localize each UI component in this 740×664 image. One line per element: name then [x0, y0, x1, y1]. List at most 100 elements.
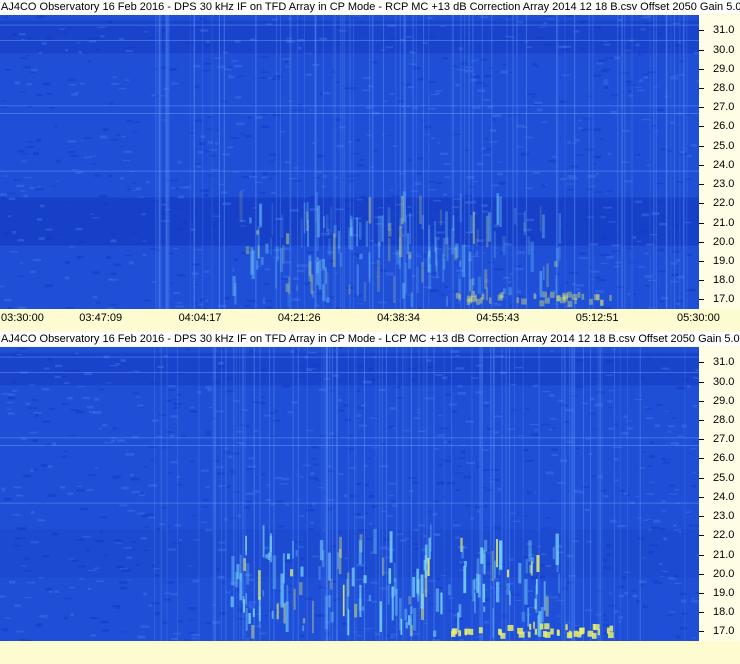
noise-speck [64, 382, 70, 384]
noise-speck [477, 89, 486, 93]
noise-speck [520, 152, 529, 156]
noise-speck [492, 114, 502, 118]
noise-speck [191, 272, 199, 275]
interference-line [564, 15, 566, 309]
noise-speck [143, 299, 151, 302]
burst-streak [555, 274, 557, 295]
noise-speck [175, 305, 184, 308]
noise-speck [142, 253, 147, 257]
y-tick [699, 400, 704, 402]
y-tick [699, 381, 704, 383]
noise-speck [587, 174, 596, 178]
burst-streak [508, 287, 512, 296]
noise-speck [17, 239, 25, 242]
burst-streak [338, 548, 342, 575]
noise-speck [295, 376, 305, 378]
noise-speck [6, 192, 16, 195]
burst-streak [464, 561, 468, 567]
noise-speck [143, 592, 147, 596]
noise-speck [370, 551, 374, 554]
noise-speck [366, 538, 373, 541]
noise-speck [430, 94, 439, 96]
noise-speck [36, 186, 41, 188]
noise-speck [72, 559, 79, 562]
noise-speck [435, 92, 440, 95]
noise-speck [497, 18, 504, 21]
noise-speck [247, 48, 252, 50]
burst-streak [323, 216, 325, 229]
noise-speck [602, 624, 610, 627]
noise-speck [615, 479, 619, 482]
noise-speck [106, 382, 112, 384]
burst-edge [594, 294, 599, 301]
interference-line [627, 347, 629, 641]
noise-speck [151, 419, 159, 422]
noise-speck [557, 551, 565, 554]
noise-speck [603, 79, 608, 83]
noise-speck [260, 125, 270, 129]
noise-speck [344, 494, 348, 498]
burst-streak [326, 272, 329, 298]
noise-speck [607, 152, 612, 156]
noise-speck [77, 386, 86, 388]
burst-streak [363, 281, 367, 302]
noise-speck [180, 435, 187, 438]
noise-speck [404, 383, 409, 386]
noise-speck [34, 413, 39, 417]
y-tick [699, 592, 704, 594]
noise-speck [475, 364, 483, 367]
burst-streak [231, 555, 235, 586]
noise-speck [68, 558, 74, 560]
noise-speck [241, 251, 247, 255]
y-tick [699, 241, 704, 243]
noise-speck [32, 258, 42, 262]
noise-speck [651, 212, 660, 215]
burst-streak [245, 593, 248, 605]
noise-speck [636, 599, 641, 603]
noise-speck [660, 147, 667, 150]
noise-speck [646, 417, 654, 420]
noise-speck [290, 350, 295, 353]
burst-edge [577, 291, 581, 298]
noise-speck [236, 430, 242, 433]
noise-speck [531, 63, 538, 66]
noise-speck [145, 513, 154, 517]
noise-speck [624, 180, 633, 183]
noise-speck [545, 471, 554, 475]
noise-speck [54, 590, 60, 593]
noise-speck [676, 386, 686, 390]
noise-speck [247, 465, 257, 468]
noise-speck [338, 473, 344, 475]
noise-speck [611, 204, 617, 207]
noise-speck [455, 367, 464, 370]
noise-speck [359, 195, 367, 198]
burst-streak [292, 540, 295, 559]
noise-speck [281, 58, 291, 61]
interference-line [297, 347, 299, 641]
noise-speck [672, 22, 680, 25]
noise-speck [517, 40, 527, 43]
noise-speck [88, 474, 96, 476]
interference-line [665, 15, 667, 309]
noise-speck [48, 408, 56, 410]
burst-streak [409, 212, 412, 245]
y-tick-label: 30.0 [713, 375, 735, 388]
burst-streak [525, 558, 528, 574]
noise-speck [192, 263, 200, 265]
noise-speck [171, 638, 178, 641]
noise-speck [192, 637, 197, 640]
noise-speck [138, 406, 143, 409]
burst-streak [491, 551, 494, 582]
noise-speck [173, 248, 179, 250]
burst-streak [482, 583, 486, 603]
noise-speck [436, 182, 443, 185]
burst-streak [322, 284, 326, 302]
noise-speck [442, 57, 448, 60]
noise-speck [46, 237, 54, 240]
noise-speck [93, 174, 101, 177]
noise-speck [85, 549, 91, 552]
y-tick [699, 126, 704, 128]
noise-speck [102, 629, 110, 632]
burst-streak [387, 237, 391, 262]
noise-speck [671, 75, 679, 77]
